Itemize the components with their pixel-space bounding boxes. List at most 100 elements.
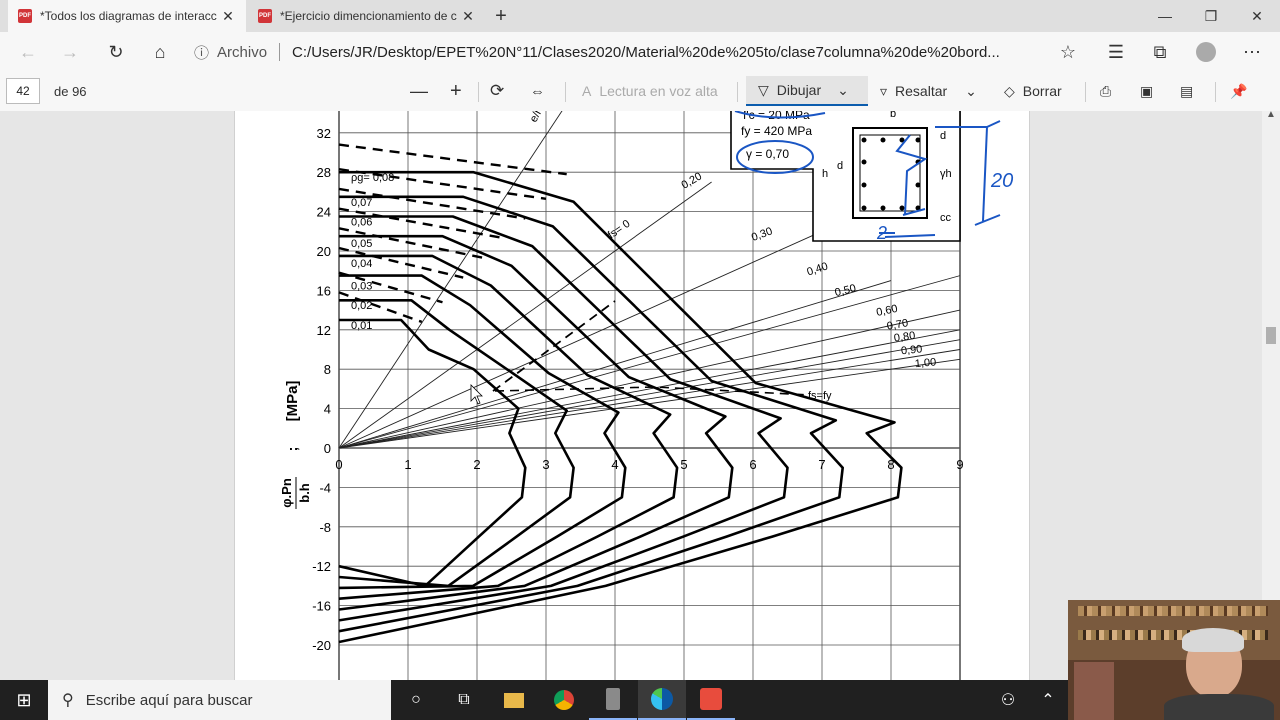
save-as-button[interactable]: ▤: [1180, 76, 1193, 106]
task-view-icon: ⧉: [458, 691, 470, 708]
zoom-in-button[interactable]: +: [450, 76, 462, 106]
read-aloud-button[interactable]: A Lectura en voz alta: [582, 76, 718, 106]
tab-exercise[interactable]: PDF *Ejercicio dimencionamiento de c ✕: [248, 0, 486, 32]
pdf-toolbar: 42 de 96 — + ⟳ ⇔ A Lectura en voz alta ▽…: [0, 72, 1280, 112]
plus-icon: +: [450, 79, 462, 102]
zoom-out-button[interactable]: —: [410, 76, 428, 106]
rotate-button[interactable]: ⟳: [490, 76, 504, 106]
cortana-button[interactable]: ○: [392, 680, 440, 720]
scroll-up-icon[interactable]: ▲: [1266, 109, 1276, 120]
ink-text-20: 20: [990, 170, 1013, 192]
pin-toolbar-button[interactable]: 📌: [1230, 76, 1247, 106]
rho-label: 0,07: [351, 197, 372, 209]
erase-button[interactable]: ◇ Borrar: [1004, 76, 1062, 106]
page-number-input[interactable]: 42: [6, 78, 40, 104]
camtasia-button[interactable]: [687, 680, 735, 720]
file-explorer-button[interactable]: [490, 680, 538, 720]
y-axis-num: φ.Pn: [279, 478, 294, 508]
pen-icon: ▽: [758, 81, 769, 98]
navigation-bar: ← → ↻ ⌂ ⓘ Archivo C:/Users/JR/Desktop/EP…: [0, 32, 1280, 73]
chevron-down-icon[interactable]: ⌄: [965, 83, 977, 100]
eh-label: e/h = 0,10: [528, 111, 562, 124]
folder-icon: [504, 692, 524, 708]
eh-label: 0,90: [900, 343, 923, 357]
close-icon[interactable]: ✕: [460, 8, 476, 25]
forward-button[interactable]: →: [54, 36, 86, 68]
address-bar[interactable]: ⓘ Archivo C:/Users/JR/Desktop/EPET%20N°1…: [194, 36, 1090, 68]
rho-label: 0,04: [351, 258, 372, 270]
person-body: [1164, 694, 1274, 720]
minimize-button[interactable]: —: [1142, 0, 1188, 32]
back-button[interactable]: ←: [12, 36, 44, 68]
scrollbar-thumb[interactable]: [1266, 327, 1276, 344]
legend-gamma: γ = 0,70: [746, 147, 789, 161]
y-tick-label: -4: [319, 480, 331, 495]
edge-button[interactable]: [638, 680, 686, 720]
y-tick-label: 12: [317, 323, 331, 338]
chrome-icon: [554, 690, 574, 710]
section-b: b: [890, 111, 896, 120]
tab-title: *Ejercicio dimencionamiento de c: [280, 9, 457, 23]
url-text[interactable]: C:/Users/JR/Desktop/EPET%20N°11/Clases20…: [292, 44, 1032, 61]
draw-button[interactable]: ▽ Dibujar ⌄: [746, 76, 868, 106]
rotate-icon: ⟳: [490, 81, 505, 100]
x-tick-label: 6: [749, 457, 756, 472]
chrome-button[interactable]: [540, 680, 588, 720]
collections-button[interactable]: ⧉: [1144, 36, 1176, 68]
restore-button[interactable]: ❐: [1188, 0, 1234, 32]
favorites-button[interactable]: ☰: [1100, 36, 1132, 68]
avatar: [1196, 42, 1216, 62]
y-tick-label: -20: [312, 638, 331, 653]
divider: [1215, 82, 1216, 102]
read-aloud-icon: A: [582, 83, 592, 99]
printer-icon: ⎙: [1100, 82, 1112, 99]
info-icon[interactable]: ⓘ: [194, 42, 209, 63]
calculator-app-button[interactable]: [589, 680, 637, 720]
home-button[interactable]: ⌂: [144, 36, 176, 68]
chevron-down-icon[interactable]: ⌄: [837, 82, 849, 99]
y-axis-unit: [MPa]: [284, 381, 301, 422]
y-tick-label: 32: [317, 126, 331, 141]
start-button[interactable]: ⊞: [0, 680, 48, 720]
interaction-curve-dash: [338, 143, 567, 176]
ink-text-2: 2: [876, 223, 887, 243]
y-tick-label: 20: [317, 244, 331, 259]
minimize-icon: —: [1158, 8, 1172, 24]
tab-strip: PDF *Todos los diagramas de interacc ✕ P…: [0, 0, 1280, 32]
tab-interaction-diagrams[interactable]: PDF *Todos los diagramas de interacc ✕: [8, 0, 246, 32]
search-icon: ⚲: [62, 692, 74, 709]
home-icon: ⌂: [154, 41, 166, 62]
print-button[interactable]: ⎙: [1100, 76, 1111, 106]
close-icon[interactable]: ✕: [220, 8, 236, 25]
fit-page-button[interactable]: ⇔: [530, 76, 545, 106]
menu-button[interactable]: ⋯: [1236, 36, 1268, 68]
pdf-icon: PDF: [18, 9, 32, 23]
y-tick-label: 24: [317, 205, 331, 220]
pdf-page[interactable]: 32 28 24 20 16 12 8 4 0 -4 -8 -12 -16 -20 0123456789 …: [234, 111, 1030, 680]
legend-fy: fy = 420 MPa: [741, 124, 812, 138]
profile-button[interactable]: [1190, 36, 1222, 68]
rho-label: 0,05: [351, 238, 372, 250]
show-hidden-icons-button[interactable]: ⌃: [1024, 680, 1072, 720]
eh-line: [338, 275, 961, 449]
pdf-viewer[interactable]: 32 28 24 20 16 12 8 4 0 -4 -8 -12 -16 -20 0123456789 …: [0, 111, 1262, 680]
interaction-curve: [338, 318, 527, 588]
camtasia-icon: [700, 688, 722, 710]
save-button[interactable]: ▣: [1140, 76, 1153, 106]
collections-icon: ⧉: [1153, 41, 1167, 62]
highlight-button[interactable]: ▿ Resaltar ⌄: [880, 76, 977, 106]
new-tab-button[interactable]: +: [478, 0, 524, 32]
x-tick-label: 1: [404, 457, 411, 472]
section-h: h: [822, 168, 828, 180]
rho-label: 0,02: [351, 300, 372, 312]
divider: [478, 82, 479, 102]
refresh-button[interactable]: ↻: [100, 36, 132, 68]
scheme-label: Archivo: [217, 43, 268, 61]
close-window-button[interactable]: ✕: [1234, 0, 1280, 32]
interaction-curve: [338, 254, 679, 600]
task-view-button[interactable]: ⧉: [440, 680, 488, 720]
search-box[interactable]: ⚲ Escribe aquí para buscar: [48, 680, 391, 720]
pdf-icon: PDF: [258, 9, 272, 23]
favorite-button[interactable]: ☆: [1052, 36, 1084, 68]
vertical-scrollbar[interactable]: ▲: [1262, 109, 1280, 680]
